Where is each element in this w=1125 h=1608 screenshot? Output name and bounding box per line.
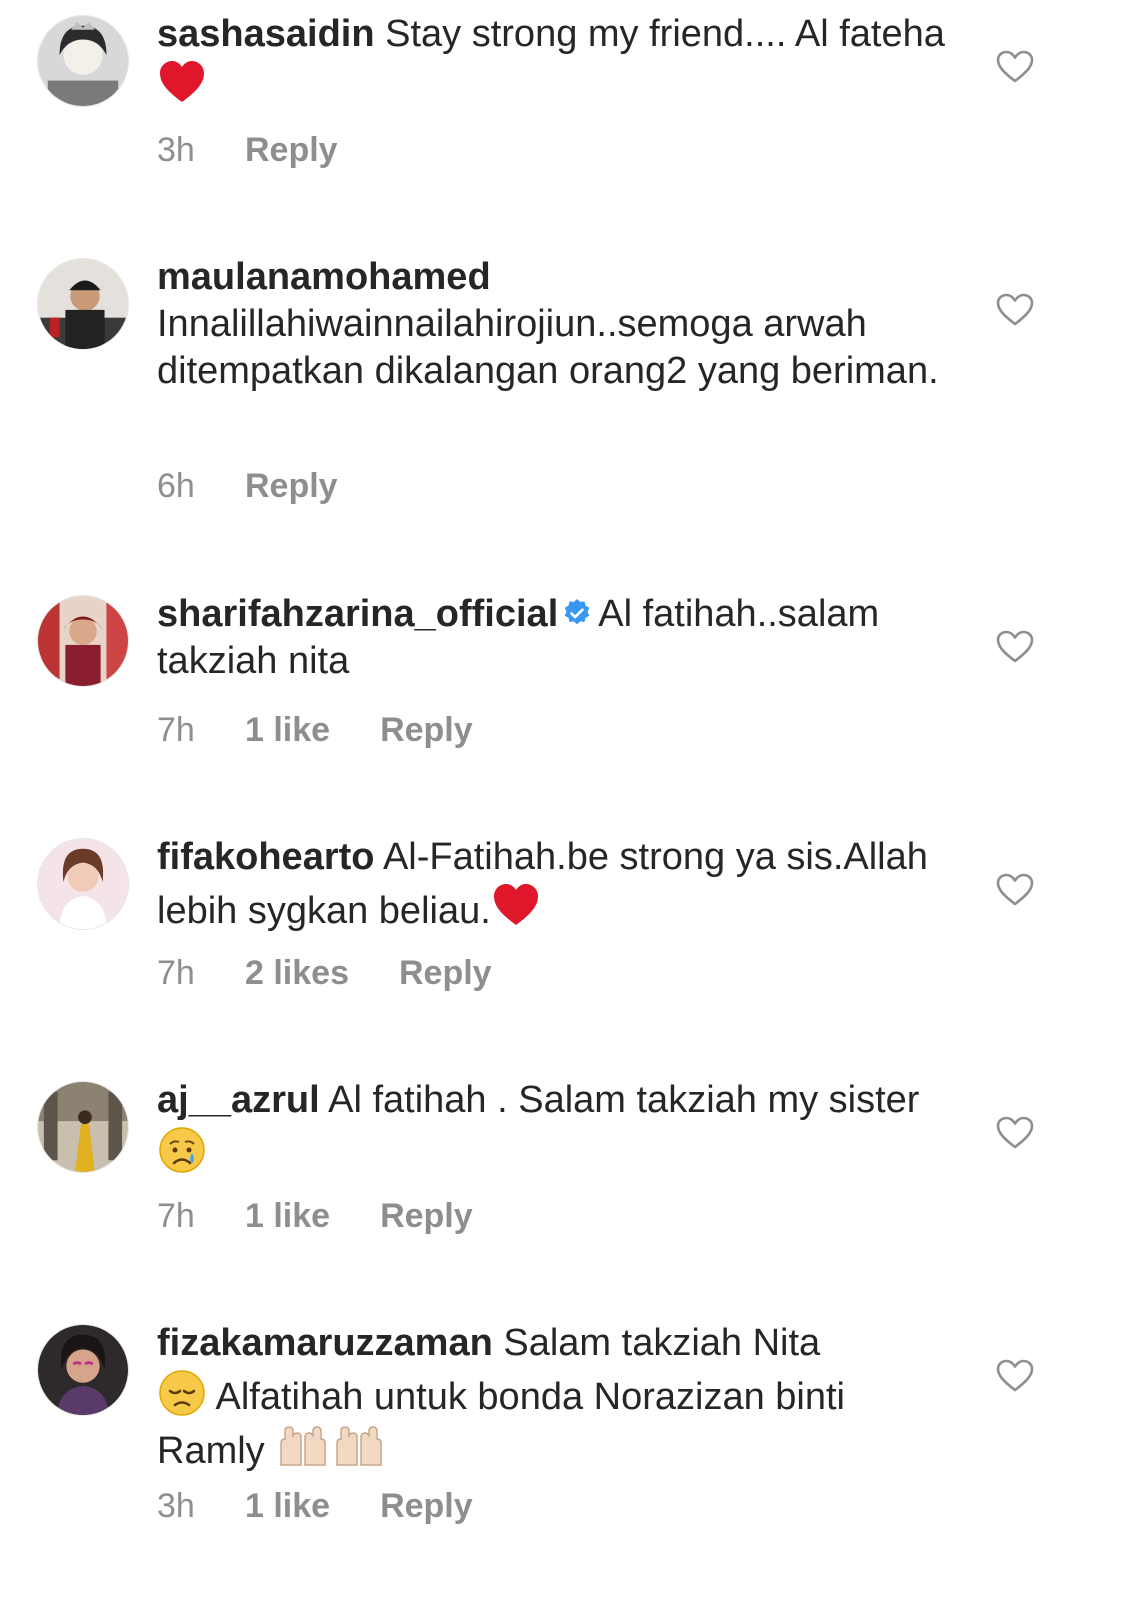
like-heart-icon[interactable] xyxy=(996,293,1034,327)
comment-time: 3h xyxy=(157,1487,195,1525)
avatar[interactable] xyxy=(37,1081,129,1173)
username[interactable]: sharifahzarina_official xyxy=(157,593,558,635)
reply-button[interactable]: Reply xyxy=(380,1197,473,1236)
comment-message: Innalillahiwainnailahirojiun..semoga arw… xyxy=(157,303,939,392)
like-count[interactable]: 2 likes xyxy=(245,954,349,993)
avatar[interactable] xyxy=(37,1324,129,1416)
comment-body: fifakohearto Al-Fatihah.be strong ya sis… xyxy=(157,834,957,992)
comment-time: 6h xyxy=(157,467,195,505)
reply-button[interactable]: Reply xyxy=(380,1487,473,1526)
comment-text: aj__azrul Al fatihah . Salam takziah my … xyxy=(157,1077,957,1178)
comment-message-part2: Alfatihah untuk bonda Norazizan binti Ra… xyxy=(157,1376,845,1472)
username[interactable]: fizakamaruzzaman xyxy=(157,1322,493,1364)
like-heart-icon[interactable] xyxy=(996,873,1034,907)
comment-text: fifakohearto Al-Fatihah.be strong ya sis… xyxy=(157,834,957,935)
comment-text: sashasaidin Stay strong my friend.... Al… xyxy=(157,11,957,112)
like-heart-icon[interactable] xyxy=(996,1359,1034,1393)
reply-button[interactable]: Reply xyxy=(380,711,473,750)
username[interactable]: aj__azrul xyxy=(157,1079,320,1121)
verified-badge-icon xyxy=(562,593,592,625)
comment-body: fizakamaruzzaman Salam takziah Nita Alfa… xyxy=(157,1320,957,1525)
red-heart-icon xyxy=(157,58,207,108)
red-heart-icon xyxy=(491,881,541,931)
comment-message: Al fatihah . Salam takziah my sister xyxy=(328,1079,920,1121)
comment-time: 7h xyxy=(157,1197,195,1235)
comment-text: sharifahzarina_official Al fatihah..salam… xyxy=(157,591,957,685)
comment-message-part1: Salam takziah Nita xyxy=(503,1322,821,1364)
comment-body: maulanamohamed Innalillahiwainnailahiroj… xyxy=(157,254,957,505)
comment-message: Stay strong my friend.... Al fateha xyxy=(385,13,945,55)
username[interactable]: sashasaidin xyxy=(157,13,375,55)
avatar[interactable] xyxy=(37,258,129,350)
comment-time: 7h xyxy=(157,711,195,749)
reply-button[interactable]: Reply xyxy=(399,954,492,993)
comment-text: fizakamaruzzaman Salam takziah Nita Alfa… xyxy=(157,1320,957,1475)
like-heart-icon[interactable] xyxy=(996,630,1034,664)
like-count[interactable]: 1 like xyxy=(245,1487,330,1526)
like-heart-icon[interactable] xyxy=(996,50,1034,84)
reply-button[interactable]: Reply xyxy=(245,467,338,506)
crying-face-icon xyxy=(157,1124,207,1174)
comment-body: sharifahzarina_official Al fatihah..salam… xyxy=(157,591,957,749)
comment-meta: 3h 1 like Reply xyxy=(157,1487,473,1526)
username[interactable]: maulanamohamed xyxy=(157,256,491,298)
disappointed-face-icon xyxy=(157,1367,207,1417)
raising-hands-icon xyxy=(275,1421,331,1471)
comment-time: 3h xyxy=(157,131,195,169)
like-count[interactable]: 1 like xyxy=(245,711,330,750)
comment-time: 7h xyxy=(157,954,195,992)
comment-body: sashasaidin Stay strong my friend.... Al… xyxy=(157,11,957,169)
username[interactable]: fifakohearto xyxy=(157,836,374,878)
comment-body: aj__azrul Al fatihah . Salam takziah my … xyxy=(157,1077,957,1235)
comment-meta: 6h Reply xyxy=(157,467,338,506)
raising-hands-icon xyxy=(331,1421,387,1471)
like-heart-icon[interactable] xyxy=(996,1116,1034,1150)
reply-button[interactable]: Reply xyxy=(245,131,338,170)
comment-meta: 3h Reply xyxy=(157,131,338,170)
avatar[interactable] xyxy=(37,15,129,107)
like-count[interactable]: 1 like xyxy=(245,1197,330,1236)
comment-meta: 7h 2 likes Reply xyxy=(157,954,492,993)
comment-meta: 7h 1 like Reply xyxy=(157,711,473,750)
avatar[interactable] xyxy=(37,838,129,930)
avatar[interactable] xyxy=(37,595,129,687)
comment-meta: 7h 1 like Reply xyxy=(157,1197,473,1236)
comment-text: maulanamohamed Innalillahiwainnailahiroj… xyxy=(157,254,957,395)
